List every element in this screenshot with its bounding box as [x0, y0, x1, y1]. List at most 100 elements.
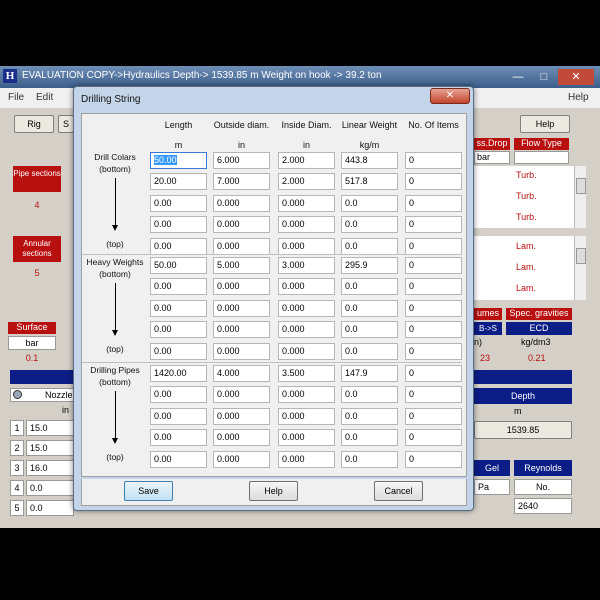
grid-cell-inside-diam[interactable]: 0.000 [278, 408, 335, 425]
grid-cell-length[interactable]: 20.00 [150, 173, 207, 190]
grid-cell-inside-diam[interactable]: 0.000 [278, 321, 335, 338]
grid-cell-inside-diam[interactable]: 0.000 [278, 216, 335, 233]
grid-cell-inside-diam[interactable]: 0.000 [278, 300, 335, 317]
close-button[interactable]: ✕ [558, 69, 594, 85]
grid-cell-inside-diam[interactable]: 0.000 [278, 238, 335, 255]
grid-cell-no-of-items[interactable]: 0 [405, 173, 462, 190]
grid-cell-length[interactable]: 0.00 [150, 429, 207, 446]
grid-cell-linear-weight[interactable]: 0.0 [341, 386, 398, 403]
menu-file[interactable]: File [8, 92, 24, 103]
grid-cell-outside-diam[interactable]: 5.000 [213, 257, 270, 274]
grid-cell-inside-diam[interactable]: 3.500 [278, 365, 335, 382]
grid-cell-inside-diam[interactable]: 0.000 [278, 429, 335, 446]
grid-cell-outside-diam[interactable]: 0.000 [213, 321, 270, 338]
grid-cell-outside-diam[interactable]: 0.000 [213, 429, 270, 446]
grid-cell-length[interactable]: 0.00 [150, 300, 207, 317]
grid-cell-linear-weight[interactable]: 0.0 [341, 216, 398, 233]
grid-cell-outside-diam[interactable]: 0.000 [213, 300, 270, 317]
down-arrow-line [115, 283, 116, 331]
grid-cell-outside-diam[interactable]: 6.000 [213, 152, 270, 169]
grid-cell-outside-diam[interactable]: 0.000 [213, 451, 270, 468]
grid-cell-inside-diam[interactable]: 2.000 [278, 173, 335, 190]
nozzle-size-field[interactable]: 15.0 [26, 440, 74, 456]
menu-edit[interactable]: Edit [36, 92, 53, 103]
grid-cell-linear-weight[interactable]: 0.0 [341, 321, 398, 338]
grid-cell-no-of-items[interactable]: 0 [405, 321, 462, 338]
grid-cell-no-of-items[interactable]: 0 [405, 386, 462, 403]
grid-cell-outside-diam[interactable]: 4.000 [213, 365, 270, 382]
grid-cell-outside-diam[interactable]: 0.000 [213, 216, 270, 233]
grid-cell-inside-diam[interactable]: 0.000 [278, 451, 335, 468]
help-button[interactable]: Help [249, 481, 298, 501]
grid-cell-length[interactable]: 50.00 [150, 152, 207, 169]
grid-cell-no-of-items[interactable]: 0 [405, 343, 462, 360]
minimize-button[interactable]: — [506, 69, 530, 85]
grid-cell-no-of-items[interactable]: 0 [405, 238, 462, 255]
nozzle-size-field[interactable]: 0.0 [26, 480, 74, 496]
grid-cell-linear-weight[interactable]: 0.0 [341, 451, 398, 468]
grid-cell-no-of-items[interactable]: 0 [405, 216, 462, 233]
grid-cell-outside-diam[interactable]: 0.000 [213, 343, 270, 360]
nozzle-size-field[interactable]: 15.0 [26, 420, 74, 436]
grid-cell-no-of-items[interactable]: 0 [405, 278, 462, 295]
grid-cell-length[interactable]: 50.00 [150, 257, 207, 274]
grid-cell-length[interactable]: 0.00 [150, 386, 207, 403]
help-button-bg[interactable]: Help [520, 115, 570, 133]
grid-cell-inside-diam[interactable]: 0.000 [278, 386, 335, 403]
grid-cell-no-of-items[interactable]: 0 [405, 365, 462, 382]
maximize-button[interactable]: □ [532, 69, 556, 85]
nozzle-radio[interactable] [13, 390, 22, 399]
menu-help[interactable]: Help [568, 92, 589, 103]
grid-cell-inside-diam[interactable]: 0.000 [278, 343, 335, 360]
grid-cell-inside-diam[interactable]: 3.000 [278, 257, 335, 274]
grid-cell-length[interactable]: 0.00 [150, 216, 207, 233]
flow-annular-scrollbar[interactable] [574, 236, 586, 300]
grid-cell-no-of-items[interactable]: 0 [405, 408, 462, 425]
grid-cell-outside-diam[interactable]: 0.000 [213, 386, 270, 403]
grid-cell-value: 0.00 [154, 198, 172, 208]
grid-cell-value: 0.000 [217, 241, 240, 251]
grid-cell-linear-weight[interactable]: 0.0 [341, 429, 398, 446]
grid-cell-no-of-items[interactable]: 0 [405, 257, 462, 274]
dialog-close-button[interactable]: ✕ [430, 88, 470, 104]
grid-cell-outside-diam[interactable]: 7.000 [213, 173, 270, 190]
grid-cell-linear-weight[interactable]: 147.9 [341, 365, 398, 382]
grid-cell-inside-diam[interactable]: 0.000 [278, 278, 335, 295]
cancel-button[interactable]: Cancel [374, 481, 423, 501]
grid-cell-linear-weight[interactable]: 0.0 [341, 408, 398, 425]
grid-cell-outside-diam[interactable]: 0.000 [213, 408, 270, 425]
flow-pipe-scrollbar[interactable] [574, 166, 586, 228]
nozzle-header: Nozzle [10, 388, 74, 402]
grid-cell-linear-weight[interactable]: 443.8 [341, 152, 398, 169]
grid-cell-no-of-items[interactable]: 0 [405, 429, 462, 446]
nozzle-size-field[interactable]: 16.0 [26, 460, 74, 476]
grid-cell-no-of-items[interactable]: 0 [405, 195, 462, 212]
grid-cell-length[interactable]: 0.00 [150, 238, 207, 255]
grid-cell-no-of-items[interactable]: 0 [405, 152, 462, 169]
grid-cell-length[interactable]: 0.00 [150, 278, 207, 295]
grid-cell-length[interactable]: 0.00 [150, 343, 207, 360]
grid-cell-no-of-items[interactable]: 0 [405, 300, 462, 317]
save-button[interactable]: Save [124, 481, 173, 501]
grid-cell-outside-diam[interactable]: 0.000 [213, 195, 270, 212]
grid-cell-linear-weight[interactable]: 517.8 [341, 173, 398, 190]
grid-cell-outside-diam[interactable]: 0.000 [213, 238, 270, 255]
grid-cell-linear-weight[interactable]: 0.0 [341, 343, 398, 360]
grid-cell-length[interactable]: 0.00 [150, 451, 207, 468]
grid-cell-no-of-items[interactable]: 0 [405, 451, 462, 468]
grid-cell-linear-weight[interactable]: 0.0 [341, 238, 398, 255]
grid-cell-inside-diam[interactable]: 2.000 [278, 152, 335, 169]
grid-cell-linear-weight[interactable]: 0.0 [341, 300, 398, 317]
grid-cell-linear-weight[interactable]: 0.0 [341, 278, 398, 295]
s-button[interactable]: S [58, 115, 74, 133]
grid-cell-length[interactable]: 1420.00 [150, 365, 207, 382]
grid-cell-length[interactable]: 0.00 [150, 195, 207, 212]
grid-cell-inside-diam[interactable]: 0.000 [278, 195, 335, 212]
grid-cell-linear-weight[interactable]: 0.0 [341, 195, 398, 212]
rig-button[interactable]: Rig [14, 115, 54, 133]
grid-cell-outside-diam[interactable]: 0.000 [213, 278, 270, 295]
nozzle-size-field[interactable]: 0.0 [26, 500, 74, 516]
grid-cell-linear-weight[interactable]: 295.9 [341, 257, 398, 274]
grid-cell-length[interactable]: 0.00 [150, 408, 207, 425]
grid-cell-length[interactable]: 0.00 [150, 321, 207, 338]
